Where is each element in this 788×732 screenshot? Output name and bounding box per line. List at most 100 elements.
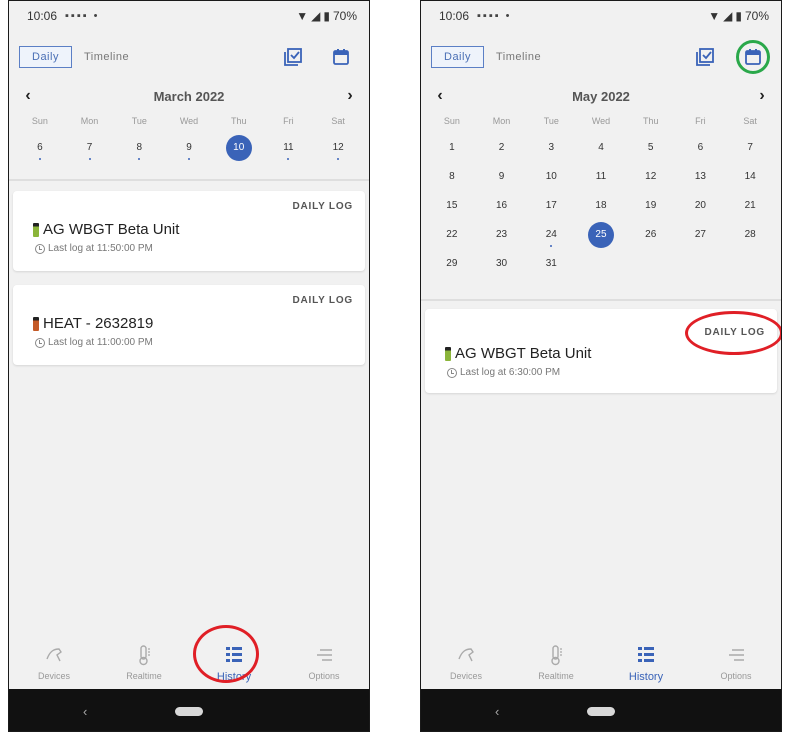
calendar-day[interactable]: 8 [114,133,164,162]
calendar-day[interactable]: 6 [15,133,65,162]
calendar-day[interactable]: 4 [576,133,626,162]
calendar-day[interactable]: 8 [427,162,477,191]
weekday-label: Wed [179,116,199,126]
highlight-circle [193,625,259,683]
nav-label: Devices [37,671,70,681]
select-checkbox-button[interactable] [693,45,717,69]
daily-log-badge[interactable]: DAILY LOG [292,295,353,306]
back-chevron-icon[interactable]: ‹ [83,704,87,719]
calendar-day[interactable]: 12 [313,133,363,162]
calendar-day[interactable]: 27 [676,220,726,249]
checkbox-stack-icon [284,48,302,66]
device-card[interactable]: DAILY LOG AG WBGT Beta Unit Last log at … [13,191,365,271]
nav-label: Options [308,671,340,681]
menu-icon [729,649,744,661]
nav-devices[interactable]: Devices [421,633,511,689]
calendar-day[interactable]: 5 [626,133,676,162]
view-tabs: Daily Timeline [19,46,141,68]
calendar-day-selected[interactable]: 10 [214,133,264,162]
calendar-button[interactable] [329,45,353,69]
calendar-week: 1 2 3 4 5 6 7 [427,133,775,162]
calendar-day[interactable]: 15 [427,191,477,220]
back-chevron-icon[interactable]: ‹ [495,704,499,719]
calendar-day-number: 7 [747,141,753,153]
weekday-label: Fri [283,116,294,126]
tab-daily[interactable]: Daily [19,46,72,68]
calendar-day[interactable]: 28 [725,220,775,249]
daily-log-badge[interactable]: DAILY LOG [292,201,353,212]
calendar-day[interactable]: 14 [725,162,775,191]
weekday-header: Sun Mon Tue Wed Thu Fri Sat [427,109,775,133]
battery-icon: ▮ [735,9,742,23]
calendar-day[interactable]: 7 [725,133,775,162]
home-pill[interactable] [175,706,203,716]
calendar-day[interactable]: 2 [477,133,527,162]
signal-icon: ◢ [723,9,733,23]
nav-devices[interactable]: Devices [9,633,99,689]
calendar-day-number: 5 [647,141,654,153]
prev-month-chevron-icon[interactable]: ‹ [21,87,35,105]
calendar-day[interactable]: 31 [526,249,576,278]
next-month-chevron-icon[interactable]: › [343,87,357,105]
next-month-chevron-icon[interactable]: › [755,87,769,105]
calendar-day[interactable]: 3 [526,133,576,162]
select-checkbox-button[interactable] [281,45,305,69]
home-pill[interactable] [587,706,615,716]
device-card[interactable]: DAILY LOG AG WBGT Beta Unit Last log at … [425,309,781,393]
calendar-day[interactable]: 9 [477,162,527,191]
device-icon [445,346,451,361]
calendar-day-number: 12 [645,170,657,182]
calendar-day[interactable]: 24 [526,220,576,249]
calendar-day-number: 26 [645,228,657,240]
nav-label: Realtime [538,671,574,681]
calendar-button[interactable] [736,40,770,74]
device-card[interactable]: DAILY LOG HEAT - 2632819 Last log at 11:… [13,285,365,365]
calendar-day[interactable]: 16 [477,191,527,220]
calendar-day[interactable]: 26 [626,220,676,249]
tab-daily[interactable]: Daily [431,46,484,68]
calendar-day[interactable]: 17 [526,191,576,220]
calendar-day[interactable]: 12 [626,162,676,191]
tab-timeline[interactable]: Timeline [484,47,553,67]
prev-month-chevron-icon[interactable]: ‹ [433,87,447,105]
month-navigator: ‹ March 2022 › [9,83,369,109]
calendar-day[interactable]: 9 [164,133,214,162]
calendar-day[interactable]: 21 [725,191,775,220]
calendar-week: 6 7 8 9 10 11 12 [15,133,363,162]
calendar-day[interactable]: 18 [576,191,626,220]
tab-timeline[interactable]: Timeline [72,47,141,67]
calendar-day[interactable]: 23 [477,220,527,249]
calendar-day[interactable]: 13 [676,162,726,191]
calendar-day[interactable]: 11 [264,133,314,162]
calendar-day[interactable]: 29 [427,249,477,278]
calendar-day-number: 28 [744,228,756,240]
calendar-day[interactable]: 22 [427,220,477,249]
nav-realtime[interactable]: Realtime [511,633,601,689]
nav-history[interactable]: History [601,633,691,689]
calendar-day[interactable]: 19 [626,191,676,220]
devices-icon [458,648,474,662]
calendar-day[interactable]: 10 [526,162,576,191]
calendar-weeks: 6 7 8 9 10 11 12 [15,133,363,162]
calendar: Sun Mon Tue Wed Thu Fri Sat 6 7 8 9 10 11 12 [9,109,369,162]
nav-options[interactable]: Options [279,633,369,689]
calendar-day[interactable]: 11 [576,162,626,191]
status-time: 10:06 [439,9,470,23]
calendar-day-selected[interactable]: 25 [576,220,626,249]
month-navigator: ‹ May 2022 › [421,83,781,109]
calendar-day[interactable]: 1 [427,133,477,162]
nav-history[interactable]: History [189,625,279,689]
calendar-day-number: 12 [325,135,351,161]
nav-realtime[interactable]: Realtime [99,633,189,689]
month-title: March 2022 [153,88,225,104]
calendar-day[interactable]: 30 [477,249,527,278]
calendar-day-number: 18 [595,199,607,211]
calendar-day[interactable]: 6 [676,133,726,162]
nav-options[interactable]: Options [691,633,781,689]
calendar-week: 29 30 31 [427,249,775,278]
calendar-day[interactable]: 7 [65,133,115,162]
weekday-label: Sat [743,116,757,126]
calendar-day[interactable]: 20 [676,191,726,220]
calendar-day-number: 27 [694,228,706,240]
device-icon [33,316,39,331]
